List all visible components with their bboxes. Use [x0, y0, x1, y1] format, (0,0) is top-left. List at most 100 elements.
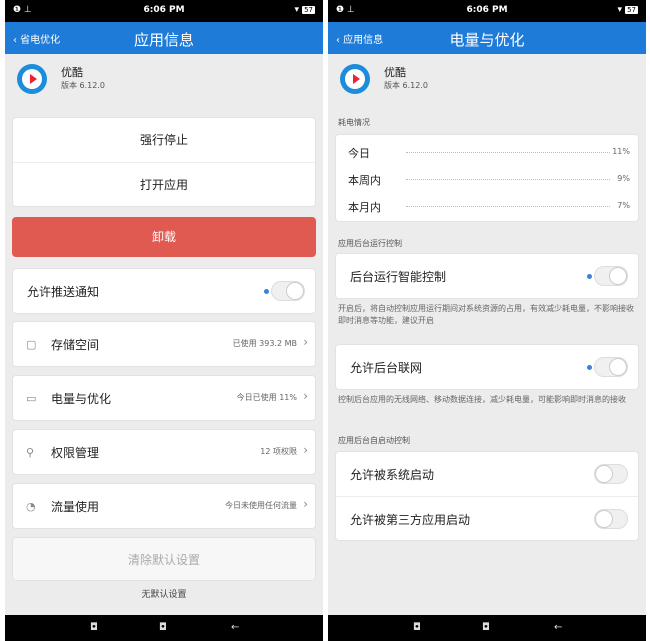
permissions-label: 权限管理 — [51, 446, 100, 460]
storage-label: 存储空间 — [51, 338, 100, 352]
app-header: 优酷 版本 6.12.0 — [328, 54, 646, 106]
app-version: 版本 6.12.0 — [384, 81, 428, 90]
home-icon[interactable]: ◘ — [159, 622, 167, 633]
app-name: 优酷 — [61, 66, 83, 79]
autostart-card: 允许被系统启动 允许被第三方应用启动 — [335, 451, 639, 541]
bg-network-label: 允许后台联网 — [350, 361, 423, 375]
actions-card: 强行停止 打开应用 — [12, 117, 316, 207]
usage-dotted-line — [406, 179, 610, 180]
traffic-row[interactable]: ◔ 流量使用 今日未使用任何流量 › — [13, 484, 315, 528]
back-arrow-icon[interactable]: ← — [231, 622, 239, 633]
status-icons-right: ▾ 57 — [295, 5, 315, 15]
battery-icon: 57 — [302, 6, 315, 14]
system-start-label: 允许被系统启动 — [350, 468, 435, 482]
permissions-row[interactable]: ⚲ 权限管理 12 项权限 › — [13, 430, 315, 474]
open-app-button[interactable]: 打开应用 — [13, 162, 315, 206]
system-nav-bar: ◘ ◘ ← — [5, 615, 323, 641]
storage-card: ▢ 存储空间 已使用 393.2 MB › — [12, 321, 316, 367]
battery-label: 电量与优化 — [51, 392, 112, 406]
battery-optimization-screen: ❶ ⊥ 6:06 PM ▾ 57 ‹ 应用信息 电量与优化 优酷 版本 6.12.… — [328, 0, 646, 641]
battery-icon: 57 — [625, 6, 638, 14]
app-header: 优酷 版本 6.12.0 — [5, 54, 323, 106]
battery-value: 今日已使用 11% — [236, 393, 297, 402]
status-time: 6:06 PM — [143, 5, 185, 15]
third-party-start-row[interactable]: 允许被第三方应用启动 — [336, 496, 638, 540]
third-party-start-toggle[interactable] — [594, 509, 628, 529]
third-party-start-label: 允许被第三方应用启动 — [350, 513, 471, 527]
no-defaults-caption: 无默认设置 — [141, 590, 187, 600]
usage-row: 今日 11% — [336, 138, 638, 165]
screenshot-stage: ❶ ⊥ 6:06 PM ▾ 57 ‹ 省电优化 应用信息 优酷 版本 6.12.0… — [0, 0, 650, 641]
usage-dotted-line — [406, 152, 610, 153]
push-label: 允许推送通知 — [27, 285, 100, 299]
push-card: 允许推送通知 — [12, 268, 316, 314]
recents-icon[interactable]: ◘ — [413, 622, 421, 633]
smart-control-card: 后台运行智能控制 — [335, 253, 639, 299]
pie-chart-icon: ◔ — [26, 500, 36, 513]
system-nav-bar: ◘ ◘ ← — [328, 615, 646, 641]
usage-value: 11% — [612, 147, 630, 156]
chevron-right-icon: › — [303, 443, 308, 457]
page-title: 应用信息 — [133, 31, 194, 49]
usage-card: 今日 11% 本周内 9% 本月内 7% — [335, 134, 639, 222]
status-bar: ❶ ⊥ 6:06 PM ▾ 57 — [5, 0, 323, 22]
storage-icon: ▢ — [26, 338, 37, 351]
app-version: 版本 6.12.0 — [61, 81, 105, 90]
youku-logo-icon — [17, 64, 47, 94]
usage-section-title: 耗电情况 — [338, 118, 370, 127]
status-icons-right: ▾ 57 — [618, 5, 638, 15]
usage-label: 今日 — [348, 147, 370, 160]
bg-network-description: 控制后台应用的无线网络、移动数据连接，减少耗电量，可能影响即时消息的接收 — [338, 395, 626, 404]
battery-card: ▭ 电量与优化 今日已使用 11% › — [12, 375, 316, 421]
title-bar: ‹ 省电优化 应用信息 — [5, 22, 323, 54]
youku-logo-icon — [340, 64, 370, 94]
smart-control-toggle[interactable] — [587, 266, 628, 286]
key-icon: ⚲ — [26, 446, 35, 459]
uninstall-button[interactable]: 卸载 — [12, 217, 316, 257]
recents-icon[interactable]: ◘ — [90, 622, 98, 633]
smart-control-row[interactable]: 后台运行智能控制 — [336, 254, 638, 298]
traffic-label: 流量使用 — [51, 500, 100, 514]
back-arrow-icon[interactable]: ← — [554, 622, 562, 633]
status-bar: ❶ ⊥ 6:06 PM ▾ 57 — [328, 0, 646, 22]
force-stop-button[interactable]: 强行停止 — [13, 118, 315, 162]
usage-value: 7% — [617, 201, 630, 210]
home-icon[interactable]: ◘ — [482, 622, 490, 633]
bg-network-toggle[interactable] — [587, 357, 628, 377]
usage-row: 本周内 9% — [336, 165, 638, 192]
app-info-screen: ❶ ⊥ 6:06 PM ▾ 57 ‹ 省电优化 应用信息 优酷 版本 6.12.0… — [5, 0, 323, 641]
clear-defaults-button[interactable]: 清除默认设置 — [12, 537, 316, 581]
usage-label: 本月内 — [348, 201, 381, 214]
chevron-right-icon: › — [303, 335, 308, 349]
push-notification-row[interactable]: 允许推送通知 — [13, 269, 315, 313]
smart-control-description: 开启后，将自动控制应用运行期间对系统资源的占用，有效减少耗电量，不影响接收即时消… — [338, 304, 634, 325]
wifi-icon: ▾ — [617, 5, 623, 15]
permissions-card: ⚲ 权限管理 12 项权限 › — [12, 429, 316, 475]
wifi-icon: ▾ — [294, 5, 300, 15]
chevron-right-icon: › — [303, 389, 308, 403]
autostart-section-title: 应用后台自启动控制 — [338, 436, 410, 445]
usage-dotted-line — [406, 206, 610, 207]
push-toggle[interactable] — [264, 281, 305, 301]
system-start-row[interactable]: 允许被系统启动 — [336, 452, 638, 496]
battery-level-icon: ▭ — [26, 392, 37, 405]
permissions-value: 12 项权限 — [260, 447, 297, 456]
status-time: 6:06 PM — [466, 5, 508, 15]
system-start-toggle[interactable] — [594, 464, 628, 484]
storage-value: 已使用 393.2 MB — [232, 339, 297, 348]
traffic-value: 今日未使用任何流量 — [225, 501, 297, 510]
page-title: 电量与优化 — [449, 31, 525, 49]
chevron-right-icon: › — [303, 497, 308, 511]
battery-row[interactable]: ▭ 电量与优化 今日已使用 11% › — [13, 376, 315, 420]
traffic-card: ◔ 流量使用 今日未使用任何流量 › — [12, 483, 316, 529]
usage-row: 本月内 7% — [336, 192, 638, 219]
smart-control-label: 后台运行智能控制 — [350, 270, 447, 284]
bg-control-section-title: 应用后台运行控制 — [338, 239, 402, 248]
usage-value: 9% — [617, 174, 630, 183]
bg-network-card: 允许后台联网 — [335, 344, 639, 390]
title-bar: ‹ 应用信息 电量与优化 — [328, 22, 646, 54]
bg-network-row[interactable]: 允许后台联网 — [336, 345, 638, 389]
storage-row[interactable]: ▢ 存储空间 已使用 393.2 MB › — [13, 322, 315, 366]
app-name: 优酷 — [384, 66, 406, 79]
usage-label: 本周内 — [348, 174, 381, 187]
